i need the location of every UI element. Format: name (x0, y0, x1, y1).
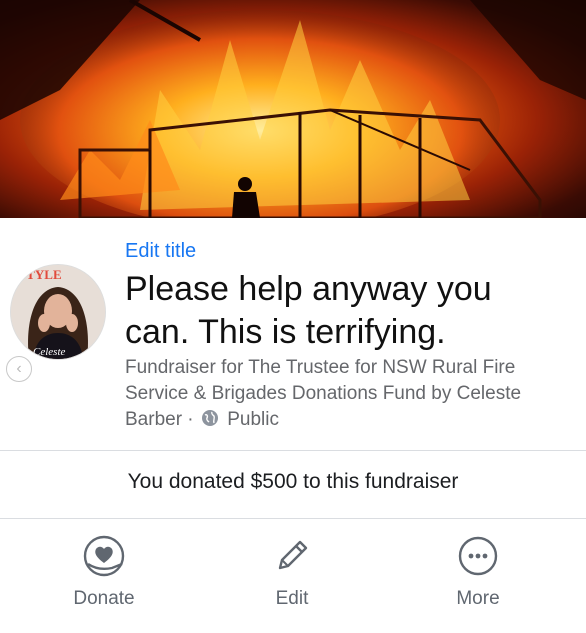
cover-photo (0, 0, 586, 218)
donate-label: Donate (73, 588, 135, 609)
fundraiser-organizer-text: Fundraiser for The Trustee for NSW Rural… (125, 357, 522, 430)
globe-icon (201, 409, 219, 435)
donate-heart-hand-icon (83, 535, 125, 577)
svg-text:STYLE: STYLE (19, 267, 62, 282)
edit-title-link[interactable]: Edit title (125, 240, 196, 263)
divider (0, 450, 586, 451)
divider (0, 518, 586, 519)
svg-text:Celeste: Celeste (33, 346, 65, 358)
fundraiser-subtitle: Fundraiser for The Trustee for NSW Rural… (125, 355, 575, 435)
profile-avatar[interactable]: STYLE Celeste (10, 264, 106, 360)
pencil-icon (278, 540, 308, 570)
more-button[interactable]: More (413, 530, 543, 610)
carousel-previous-button[interactable]: ‹ (6, 356, 32, 382)
privacy-label[interactable]: Public (227, 409, 279, 430)
edit-button[interactable]: Edit (227, 530, 357, 610)
more-dots-icon (458, 536, 498, 576)
donate-button[interactable]: Donate (39, 530, 169, 610)
edit-label: Edit (275, 588, 309, 609)
chevron-left-icon: ‹ (16, 360, 22, 377)
donation-message: You donated $500 to this fundraiser (127, 470, 459, 493)
fundraiser-title: Please help anyway you can. This is terr… (125, 270, 492, 351)
more-label: More (456, 588, 500, 609)
